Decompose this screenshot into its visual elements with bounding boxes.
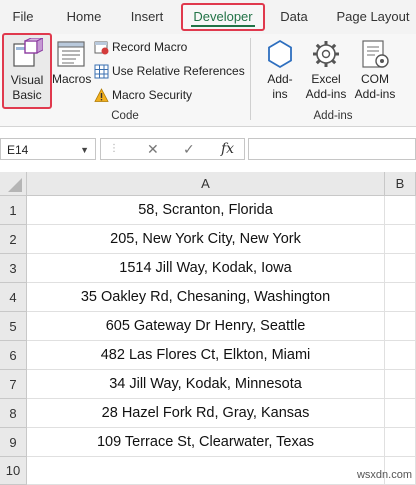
macro-security-label: Macro Security (112, 88, 193, 102)
com-addins-icon (362, 40, 389, 68)
addins-group-label: Add-ins (313, 110, 353, 122)
cell-a9[interactable]: 109 Terrace St, Clearwater, Texas (27, 428, 385, 457)
tab-page-layout[interactable]: Page Layout (332, 6, 414, 28)
row-header[interactable]: 1 (0, 196, 27, 225)
row-header[interactable]: 3 (0, 254, 27, 283)
excel-addins-label-2: Add-ins (305, 87, 347, 101)
formula-controls: ⋮ ✕ ✓ fx (100, 138, 245, 160)
cell-b1[interactable] (385, 196, 416, 225)
excel-addins-button[interactable]: Excel Add-ins (302, 34, 350, 102)
watermark: wsxdn.com (356, 469, 412, 481)
addins-hexagon-icon (268, 39, 292, 69)
cell-a3[interactable]: 1514 Jill Way, Kodak, Iowa (27, 254, 385, 283)
cell-a7[interactable]: 34 Jill Way, Kodak, Minnesota (27, 370, 385, 399)
column-header-a[interactable]: A (27, 172, 385, 196)
visual-basic-label-1: Visual (10, 73, 44, 87)
enter-icon[interactable]: ✓ (183, 141, 195, 158)
formula-input[interactable] (248, 138, 416, 160)
record-macro-button[interactable]: Record Macro (94, 37, 187, 57)
cell-b4[interactable] (385, 283, 416, 312)
cell-a4[interactable]: 35 Oakley Rd, Chesaning, Washington (27, 283, 385, 312)
cell-b8[interactable] (385, 399, 416, 428)
use-relative-references-label: Use Relative References (112, 64, 245, 78)
visual-basic-label-2: Basic (12, 88, 42, 102)
cell-b7[interactable] (385, 370, 416, 399)
ribbon-tab-bar: File Home Insert Developer Data Page Lay… (0, 0, 416, 34)
cell-b9[interactable] (385, 428, 416, 457)
warning-icon (94, 88, 109, 103)
record-macro-label: Record Macro (112, 40, 188, 54)
row-header[interactable]: 6 (0, 341, 27, 370)
addins-label-2: ins (272, 87, 288, 101)
cell-b5[interactable] (385, 312, 416, 341)
visual-basic-button[interactable]: Visual Basic (4, 34, 50, 103)
addins-label-1: Add- (267, 72, 293, 86)
macros-icon (57, 41, 85, 67)
macros-label: Macros (52, 72, 92, 86)
tab-data[interactable]: Data (274, 6, 314, 28)
formula-bar: E14 ▼ ⋮ ✕ ✓ fx (0, 127, 416, 172)
chevron-down-icon[interactable]: ▼ (80, 139, 89, 161)
name-box-value: E14 (7, 143, 29, 157)
cell-a8[interactable]: 28 Hazel Fork Rd, Gray, Kansas (27, 399, 385, 428)
select-all-corner[interactable] (0, 172, 27, 196)
gear-icon (313, 41, 339, 67)
column-header-b[interactable]: B (385, 172, 416, 196)
visual-basic-icon (13, 38, 43, 67)
row-header[interactable]: 7 (0, 370, 27, 399)
excel-addins-label-1: Excel (311, 72, 341, 86)
cell-b3[interactable] (385, 254, 416, 283)
row-header[interactable]: 5 (0, 312, 27, 341)
addins-button[interactable]: Add- ins (256, 34, 304, 102)
use-relative-references-button[interactable]: Use Relative References (94, 61, 245, 81)
row-header[interactable]: 9 (0, 428, 27, 457)
row-header[interactable]: 4 (0, 283, 27, 312)
cell-a1[interactable]: 58, Scranton, Florida (27, 196, 385, 225)
row-header[interactable]: 8 (0, 399, 27, 428)
name-box[interactable]: E14 ▼ (0, 138, 96, 160)
cancel-icon[interactable]: ✕ (147, 141, 159, 158)
tab-home[interactable]: Home (58, 6, 110, 28)
cell-b2[interactable] (385, 225, 416, 254)
worksheet-grid: A B 1 58, Scranton, Florida 2 205, New Y… (0, 172, 416, 485)
cell-a10[interactable] (27, 457, 385, 485)
tab-file[interactable]: File (6, 6, 40, 28)
macros-button[interactable]: Macros (52, 34, 92, 87)
cell-a5[interactable]: 605 Gateway Dr Henry, Seattle (27, 312, 385, 341)
code-group-label: Code (111, 110, 139, 122)
com-addins-label-1: COM (361, 72, 389, 86)
ribbon: Visual Basic Macros Record Macro Use Rel (0, 33, 416, 127)
cell-a6[interactable]: 482 Las Flores Ct, Elkton, Miami (27, 341, 385, 370)
record-macro-icon (94, 41, 109, 55)
insert-function-icon[interactable]: fx (221, 141, 234, 157)
select-all-triangle-icon (8, 178, 22, 192)
group-separator (250, 38, 251, 120)
cell-a2[interactable]: 205, New York City, New York (27, 225, 385, 254)
com-addins-button[interactable]: COM Add-ins (350, 34, 400, 102)
row-header[interactable]: 10 (0, 457, 27, 485)
tab-developer[interactable]: Developer (181, 3, 265, 31)
more-options-icon: ⋮ (109, 143, 119, 154)
cell-b6[interactable] (385, 341, 416, 370)
relative-references-icon (94, 64, 109, 79)
macro-security-button[interactable]: Macro Security (94, 85, 192, 105)
com-addins-label-2: Add-ins (354, 87, 396, 101)
tab-insert[interactable]: Insert (122, 6, 172, 28)
row-header[interactable]: 2 (0, 225, 27, 254)
